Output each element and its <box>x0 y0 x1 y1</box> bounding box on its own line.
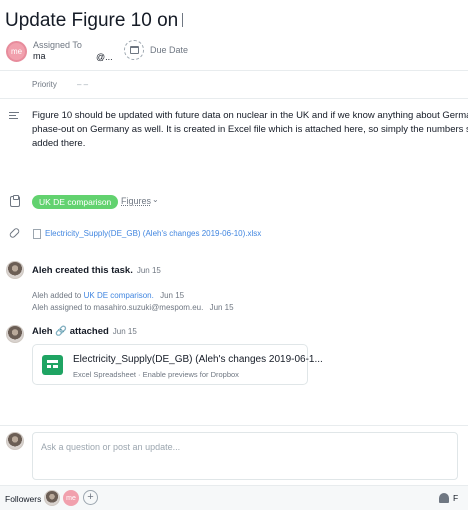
story-created: Aleh created this task. Jun 15 <box>32 265 161 276</box>
task-description[interactable]: Figure 10 should be updated with future … <box>32 109 468 151</box>
attachment-card-subtitle: Excel Spreadsheet · Enable previews for … <box>73 370 239 379</box>
avatar[interactable] <box>6 261 24 279</box>
divider <box>0 425 468 426</box>
comment-input[interactable]: Ask a question or post an update... <box>32 432 458 480</box>
avatar <box>6 432 24 450</box>
add-follower-button[interactable]: + <box>83 490 98 505</box>
assignee-avatar: me <box>6 40 27 62</box>
followers-label: Followers <box>5 494 42 504</box>
followers-bar: Followers me + F <box>0 485 468 510</box>
description-line: Figure 10 should be updated with future … <box>32 110 468 121</box>
paperclip-icon[interactable] <box>8 226 21 240</box>
story-attached: Aleh 🔗 attached Jun 15 <box>32 326 137 337</box>
file-icon <box>33 229 41 239</box>
story-assigned: Aleh assigned to masahiro.suzuki@mespom.… <box>32 303 234 312</box>
follower-avatar[interactable]: me <box>63 490 79 506</box>
assigned-to-domain: @... <box>96 52 113 62</box>
assignee-field[interactable]: me Assigned To ma @... <box>6 40 113 62</box>
description-line: added there. <box>32 138 86 149</box>
paperclip-icon: 🔗 <box>55 326 68 337</box>
spreadsheet-icon <box>42 355 63 375</box>
follower-avatar[interactable] <box>44 490 60 506</box>
story-added: Aleh added to UK DE comparison. Jun 15 <box>32 291 185 300</box>
assigned-to-label: Assigned To <box>33 40 82 50</box>
description-icon <box>9 112 19 121</box>
attachment-row: Electricity_Supply(DE_GB) (Aleh's change… <box>0 226 468 242</box>
story-created-text: Aleh created this task. <box>32 265 133 276</box>
story-date[interactable]: Jun 15 <box>137 266 161 275</box>
divider <box>0 70 468 71</box>
task-title[interactable]: Update Figure 10 on <box>5 10 184 32</box>
attachment-card[interactable]: Electricity_Supply(DE_GB) (Aleh's change… <box>32 344 323 385</box>
chevron-down-icon[interactable]: ⌄ <box>152 195 159 204</box>
story-date[interactable]: Jun 15 <box>113 327 137 336</box>
attachment-card-title: Electricity_Supply(DE_GB) (Aleh's change… <box>73 354 323 365</box>
calendar-icon <box>124 40 144 60</box>
priority-label: Priority <box>32 80 57 89</box>
due-date-label: Due Date <box>150 45 189 55</box>
divider <box>0 98 468 99</box>
clipboard-icon <box>10 195 20 207</box>
priority-value[interactable]: – – <box>77 80 88 89</box>
project-tag[interactable]: UK DE comparison <box>32 195 119 209</box>
description-line: phase-out on Germany as well. It is crea… <box>32 124 468 135</box>
bell-icon[interactable] <box>439 493 449 503</box>
assigned-to-value: ma <box>33 51 46 61</box>
tags-row: UK DE comparison Figures ⌄ <box>0 194 468 210</box>
attachment-link[interactable]: Electricity_Supply(DE_GB) (Aleh's change… <box>45 229 261 238</box>
section-dropdown[interactable]: Figures <box>121 196 151 206</box>
avatar[interactable] <box>6 325 24 343</box>
due-date-field[interactable]: Due Date <box>124 40 188 60</box>
project-link[interactable]: UK DE comparison. <box>84 291 154 300</box>
follow-button[interactable]: F <box>453 493 458 503</box>
